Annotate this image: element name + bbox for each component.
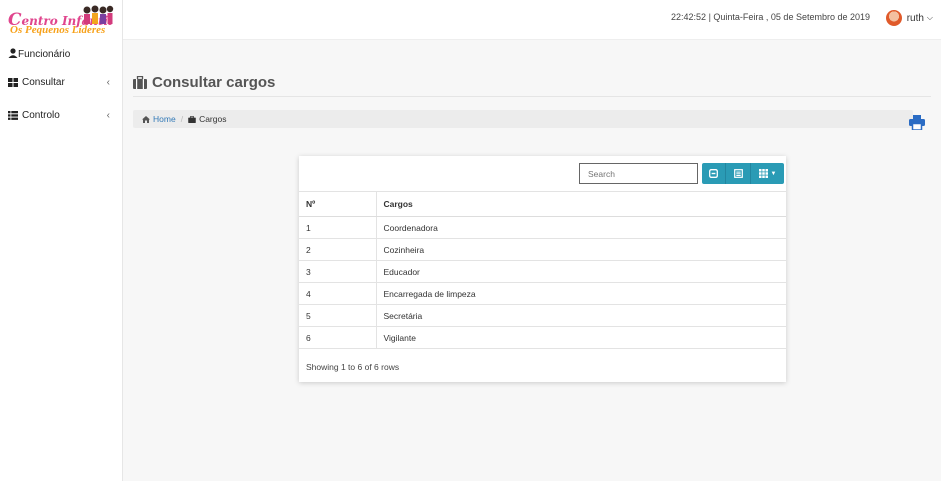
page-title-text: Consultar cargos (152, 74, 276, 91)
row-number: 2 (299, 238, 377, 261)
chevron-left-icon: ‹ (106, 110, 110, 121)
chevron-left-icon: ‹ (106, 77, 110, 88)
search-input[interactable] (579, 163, 698, 184)
sidebar: Centro Infantil Os Pequenos Líderes Func… (0, 0, 123, 481)
sidebar-user[interactable]: Funcionário (0, 42, 122, 66)
main-content: Consultar cargos Home / Cargos Search ▼ … (123, 40, 941, 481)
breadcrumb-current: Cargos (188, 114, 226, 124)
row-number: 4 (299, 282, 377, 305)
table-row[interactable]: 4 Encarregada de limpeza (299, 282, 786, 305)
row-number: 1 (299, 216, 377, 239)
children-logo-icon (83, 5, 114, 24)
row-cargo: Educador (376, 260, 786, 283)
column-header-number[interactable]: Nº (299, 191, 377, 217)
th-list-icon (8, 111, 19, 120)
user-icon (8, 47, 18, 61)
briefcase-icon (133, 76, 147, 89)
cargos-table: Nº Cargos 1 Coordenadora 2 Cozinheira 3 Edu… (299, 191, 786, 349)
chevron-down-icon: ⌵ (926, 13, 933, 22)
sidebar-item-label: Consultar (22, 77, 65, 88)
row-cargo: Coordenadora (376, 216, 786, 239)
logo[interactable]: Centro Infantil Os Pequenos Líderes (0, 0, 122, 42)
table-row[interactable]: 1 Coordenadora (299, 216, 786, 239)
table-row[interactable]: 3 Educador (299, 260, 786, 283)
breadcrumb-home-link[interactable]: Home (142, 114, 176, 124)
column-header-cargos[interactable]: Cargos (376, 191, 786, 217)
caret-down-icon: ▼ (770, 170, 777, 177)
table-toolbar: ▼ (702, 163, 784, 184)
user-menu[interactable]: ruth ⌵ (885, 10, 933, 26)
list-alt-icon (733, 169, 743, 178)
show-columns-card-button[interactable] (726, 163, 751, 184)
row-number: 6 (299, 326, 377, 349)
th-large-icon (8, 78, 19, 87)
row-cargo: Encarregada de limpeza (376, 282, 786, 305)
datetime-display: 22:42:52 | Quinta-Feira , 05 de Setembro… (671, 12, 870, 22)
toggle-view-icon (709, 169, 718, 178)
divider (133, 96, 931, 97)
sidebar-item-consultar[interactable]: Consultar ‹ (0, 66, 122, 99)
row-cargo: Vigilante (376, 326, 786, 349)
sidebar-user-label: Funcionário (18, 48, 71, 60)
avatar (885, 10, 902, 26)
row-cargo: Secretária (376, 304, 786, 327)
table-header-row: Nº Cargos (299, 191, 786, 217)
print-icon[interactable] (909, 115, 925, 130)
topbar: 22:42:52 | Quinta-Feira , 05 de Setembro… (123, 0, 941, 40)
breadcrumb: Home / Cargos (133, 110, 913, 128)
table-row[interactable]: 2 Cozinheira (299, 238, 786, 261)
table-row[interactable]: 5 Secretária (299, 304, 786, 327)
toggle-view-button[interactable] (702, 163, 726, 184)
th-icon (758, 169, 768, 178)
row-number: 3 (299, 260, 377, 283)
row-number: 5 (299, 304, 377, 327)
pagination-info: Showing 1 to 6 of 6 rows (306, 362, 400, 372)
breadcrumb-separator: / (180, 114, 184, 124)
columns-dropdown-button[interactable]: ▼ (751, 163, 784, 184)
briefcase-icon (188, 115, 196, 123)
row-cargo: Cozinheira (376, 238, 786, 261)
home-icon (142, 115, 150, 123)
sidebar-item-controlo[interactable]: Controlo ‹ (0, 99, 122, 132)
table-row[interactable]: 6 Vigilante (299, 326, 786, 349)
sidebar-item-label: Controlo (22, 110, 60, 121)
table-panel: ▼ Nº Cargos 1Coordenadora 2Cozinheira 3E… (299, 156, 786, 382)
page-title: Consultar cargos (133, 74, 275, 91)
username: ruth (906, 12, 924, 24)
